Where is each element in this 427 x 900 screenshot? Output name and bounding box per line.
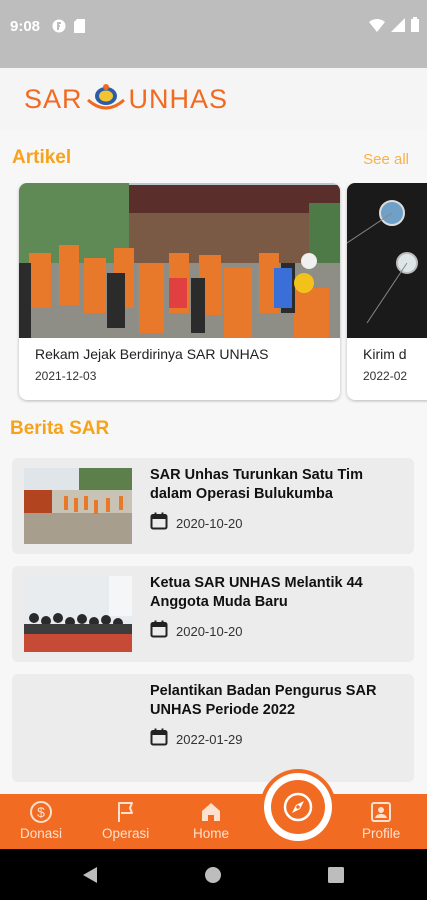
article-image (19, 183, 340, 338)
news-item[interactable]: Pelantikan Badan Pengurus SAR UNHAS Peri… (12, 674, 414, 782)
nav-donasi[interactable]: $ Donasi (20, 800, 62, 841)
berita-sar-heading: Berita SAR (10, 418, 110, 439)
calendar-icon (150, 512, 168, 535)
news-title: Ketua SAR UNHAS Melantik 44 Anggota Muda… (150, 575, 363, 610)
explore-fab-button[interactable] (264, 773, 332, 841)
article-image (347, 183, 427, 338)
nav-profile[interactable]: Profile (362, 800, 400, 841)
news-title: SAR Unhas Turunkan Satu Tim dalam Operas… (150, 467, 363, 502)
calendar-icon (150, 620, 168, 643)
article-card[interactable]: Kirim d 2022-02 (347, 183, 427, 400)
compass-icon (283, 792, 313, 822)
article-carousel[interactable]: Rekam Jejak Berdirinya SAR UNHAS 2021-12… (0, 183, 427, 403)
sar-unhas-logo: SAR UNHAS (24, 82, 228, 116)
news-title: Pelantikan Badan Pengurus SAR UNHAS Peri… (150, 683, 377, 718)
article-title: Kirim d (363, 346, 407, 362)
bottom-nav: $ Donasi Operasi Home Profile (0, 794, 427, 849)
status-time: 9:08 (10, 18, 41, 35)
article-date: 2022-02 (363, 369, 408, 383)
article-card[interactable]: Rekam Jejak Berdirinya SAR UNHAS 2021-12… (19, 183, 340, 400)
news-date: 2022-01-29 (176, 732, 243, 747)
status-bar: 9:08 (0, 0, 427, 68)
news-thumbnail (24, 576, 132, 652)
android-nav-bar (0, 849, 427, 900)
article-title: Rekam Jejak Berdirinya SAR UNHAS (35, 346, 269, 362)
news-thumbnail (24, 468, 132, 544)
home-icon (202, 803, 220, 821)
news-date: 2020-10-20 (176, 624, 243, 639)
artikel-heading: Artikel (12, 147, 72, 168)
news-date: 2020-10-20 (176, 516, 243, 531)
battery-icon (411, 17, 419, 37)
see-all-link[interactable]: See all (363, 151, 409, 168)
nav-operasi[interactable]: Operasi (102, 800, 149, 841)
app-header: SAR UNHAS (0, 68, 427, 130)
logo-emblem-icon (86, 84, 125, 110)
news-item[interactable]: Ketua SAR UNHAS Melantik 44 Anggota Muda… (12, 566, 414, 662)
news-item[interactable]: SAR Unhas Turunkan Satu Tim dalam Operas… (12, 458, 414, 554)
flag-icon (117, 802, 133, 822)
svg-text:$: $ (37, 804, 45, 820)
calendar-icon (150, 728, 168, 751)
profile-card-icon (371, 802, 392, 822)
dollar-icon: $ (30, 801, 53, 823)
recents-icon[interactable] (328, 867, 344, 883)
sd-card-icon (74, 19, 85, 38)
app-notification-icon (52, 19, 66, 38)
home-circle-icon[interactable] (204, 866, 222, 884)
back-icon[interactable] (82, 866, 98, 884)
nav-home[interactable]: Home (193, 800, 229, 841)
signal-icon (391, 17, 405, 37)
article-date: 2021-12-03 (35, 369, 97, 383)
wifi-icon (369, 18, 385, 37)
